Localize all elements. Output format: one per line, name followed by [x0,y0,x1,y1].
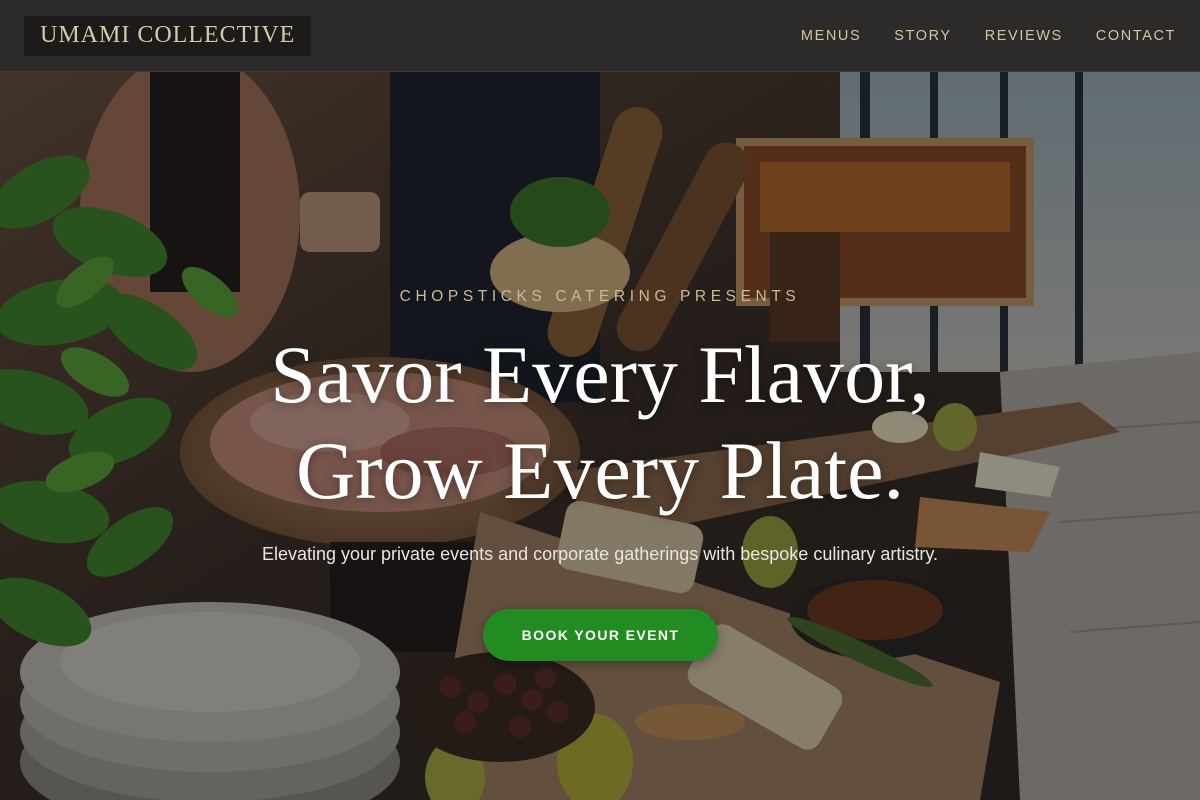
brand-logo[interactable]: UMAMI COLLECTIVE [24,15,312,56]
hero-headline-line-1: Savor Every Flavor, [270,329,930,420]
nav-link-story[interactable]: STORY [894,28,951,44]
site-header: UMAMI COLLECTIVE MENUS STORY REVIEWS CON… [0,0,1200,72]
hero-section: CHOPSTICKS CATERING PRESENTS Savor Every… [0,72,1200,800]
nav-link-reviews[interactable]: REVIEWS [985,28,1063,44]
main-nav: MENUS STORY REVIEWS CONTACT [801,28,1176,44]
nav-link-menus[interactable]: MENUS [801,28,861,44]
hero-headline-line-2: Grow Every Plate. [296,425,904,516]
book-event-button[interactable]: BOOK YOUR EVENT [483,609,718,661]
nav-link-contact[interactable]: CONTACT [1096,28,1176,44]
hero-subheadline: Elevating your private events and corpor… [261,544,939,564]
hero-eyebrow: CHOPSTICKS CATERING PRESENTS [399,288,801,305]
hero-headline: Savor Every Flavor, Grow Every Plate. [0,327,1200,519]
